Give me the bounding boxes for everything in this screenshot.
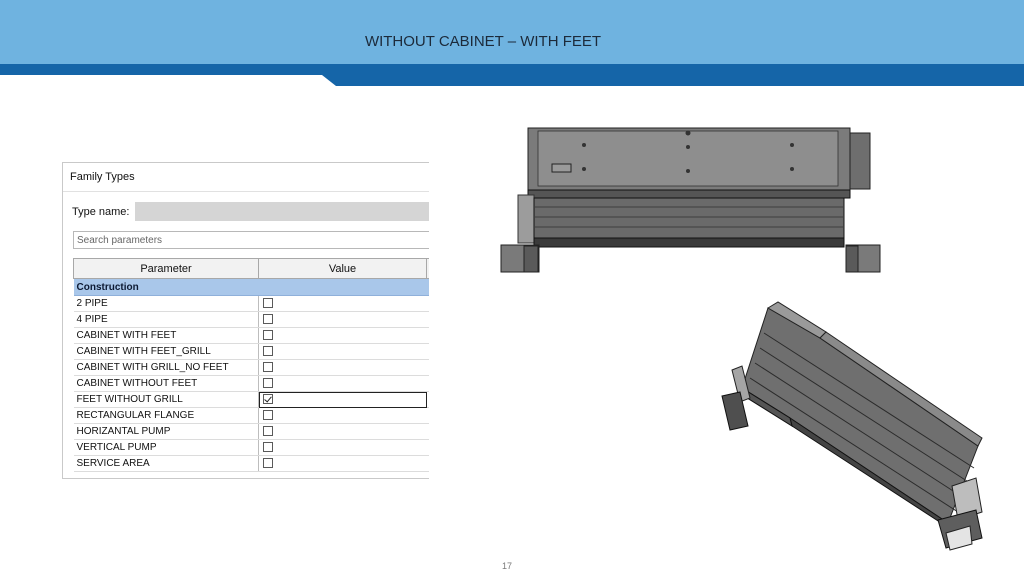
checkbox[interactable]: [263, 314, 273, 325]
parameter-row[interactable]: FEET WITHOUT GRILL =: [73, 391, 429, 408]
search-parameters-input[interactable]: Search parameters: [73, 231, 429, 249]
parameter-row[interactable]: HORIZANTAL PUMP =: [73, 423, 429, 440]
group-label: Construction: [73, 278, 429, 296]
dialog-divider: [63, 191, 429, 192]
formula-cell[interactable]: =: [426, 327, 429, 344]
formula-cell[interactable]: =: [426, 423, 429, 440]
parameter-name: CABINET WITH FEET_GRILL: [73, 343, 259, 360]
parameter-value-cell[interactable]: [258, 311, 427, 328]
formula-cell[interactable]: =: [426, 375, 429, 392]
parameter-row[interactable]: SERVICE AREA =: [73, 455, 429, 472]
parameter-name: VERTICAL PUMP: [73, 439, 259, 456]
checkbox[interactable]: [263, 298, 273, 309]
parameter-value-cell[interactable]: [258, 407, 427, 424]
parameter-value-cell[interactable]: [258, 423, 427, 440]
checkbox[interactable]: [263, 442, 273, 453]
family-types-dialog: Family Types Type name: Search parameter…: [62, 162, 429, 479]
formula-cell[interactable]: =: [426, 359, 429, 376]
dialog-title: Family Types: [70, 171, 135, 183]
checkbox[interactable]: [263, 346, 273, 357]
parameter-value-cell[interactable]: [258, 391, 427, 408]
parameter-name: 4 PIPE: [73, 311, 259, 328]
formula-cell[interactable]: =: [426, 311, 429, 328]
parameter-value-cell[interactable]: [258, 327, 427, 344]
parameter-name: CABINET WITH GRILL_NO FEET: [73, 359, 259, 376]
unit-isometric-view-image: [721, 301, 983, 551]
parameter-value-cell[interactable]: [258, 455, 427, 472]
parameter-name: HORIZANTAL PUMP: [73, 423, 259, 440]
parameter-value-cell[interactable]: [258, 375, 427, 392]
group-row-construction[interactable]: Construction: [73, 278, 429, 296]
parameter-row[interactable]: CABINET WITHOUT FEET =: [73, 375, 429, 392]
formula-cell[interactable]: =: [426, 343, 429, 360]
column-header-value[interactable]: Value: [258, 258, 427, 279]
checkbox[interactable]: [263, 330, 273, 341]
parameter-value-cell[interactable]: [258, 359, 427, 376]
formula-cell[interactable]: =: [426, 439, 429, 456]
unit-front-view-image: [500, 127, 881, 273]
column-header-formula[interactable]: [426, 258, 429, 279]
checkbox[interactable]: [263, 426, 273, 437]
parameter-name: RECTANGULAR FLANGE: [73, 407, 259, 424]
checkbox[interactable]: [263, 362, 273, 373]
parameter-row[interactable]: CABINET WITH FEET_GRILL =: [73, 343, 429, 360]
checkbox[interactable]: [263, 378, 273, 389]
formula-cell[interactable]: =: [426, 391, 429, 408]
parameter-name: CABINET WITH FEET: [73, 327, 259, 344]
parameter-value-cell[interactable]: [258, 439, 427, 456]
parameter-name: FEET WITHOUT GRILL: [73, 391, 259, 408]
checkbox[interactable]: [263, 410, 273, 421]
parameter-row[interactable]: 2 PIPE =: [73, 295, 429, 312]
formula-cell[interactable]: =: [426, 407, 429, 424]
type-name-field[interactable]: [135, 202, 429, 221]
slide-number: 17: [501, 561, 512, 571]
slide-title: WITHOUT CABINET – WITH FEET: [364, 33, 602, 50]
formula-cell[interactable]: =: [426, 455, 429, 472]
parameter-value-cell[interactable]: [258, 295, 427, 312]
parameter-row[interactable]: VERTICAL PUMP =: [73, 439, 429, 456]
title-banner: [0, 0, 1024, 64]
checkbox[interactable]: [263, 458, 273, 469]
checkbox-checked[interactable]: [263, 394, 273, 405]
parameter-name: 2 PIPE: [73, 295, 259, 312]
formula-cell[interactable]: =: [426, 295, 429, 312]
parameter-row[interactable]: RECTANGULAR FLANGE =: [73, 407, 429, 424]
parameter-name: SERVICE AREA: [73, 455, 259, 472]
parameter-row[interactable]: CABINET WITH GRILL_NO FEET =: [73, 359, 429, 376]
parameter-row[interactable]: CABINET WITH FEET =: [73, 327, 429, 344]
parameter-row[interactable]: 4 PIPE =: [73, 311, 429, 328]
type-name-label: Type name:: [72, 206, 130, 218]
column-header-parameter[interactable]: Parameter: [73, 258, 259, 279]
parameter-value-cell[interactable]: [258, 343, 427, 360]
banner-stripe: [0, 64, 1024, 86]
parameter-name: CABINET WITHOUT FEET: [73, 375, 259, 392]
parameters-table: Parameter Value Construction 2 PIPE=4 PI…: [73, 258, 429, 472]
